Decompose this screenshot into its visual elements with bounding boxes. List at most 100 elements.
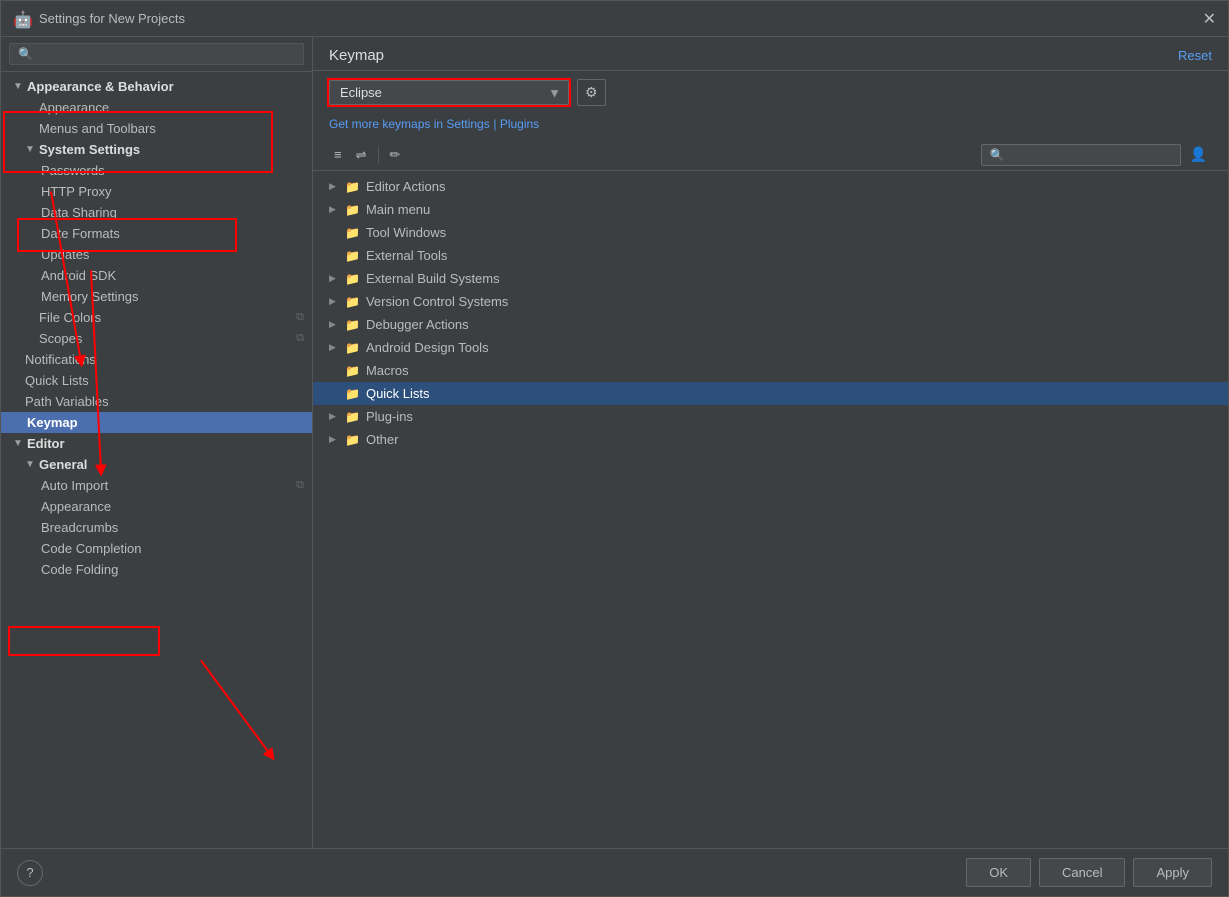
collapse-all-button[interactable]: ⇌	[351, 144, 372, 166]
sidebar-item-label: Android SDK	[41, 268, 116, 283]
expand-icon: ▶	[329, 296, 341, 307]
close-button[interactable]: ✕	[1203, 9, 1216, 29]
right-panel: Keymap Reset Eclipse Mac OS X Default Wi…	[313, 37, 1228, 848]
expand-all-button[interactable]: ≡	[329, 144, 347, 165]
sidebar-item-editor[interactable]: ▼ Editor	[1, 433, 312, 454]
sidebar-item-label: Menus and Toolbars	[39, 121, 156, 136]
plugins-link-text: Get more keymaps in	[329, 117, 446, 131]
sidebar-item-scopes[interactable]: Scopes ⧉	[1, 328, 312, 349]
keymap-item-label: Macros	[366, 363, 409, 378]
keymap-row-plugins[interactable]: ▶ 📁 Plug-ins	[313, 405, 1228, 428]
chevron-down-icon: ▼	[25, 459, 35, 470]
keymap-search-input[interactable]	[981, 144, 1181, 166]
sidebar-item-label: System Settings	[39, 142, 140, 157]
bottom-bar: ? OK Cancel Apply	[1, 848, 1228, 896]
sidebar-item-appearance-behavior[interactable]: ▼ Appearance & Behavior	[1, 76, 312, 97]
folder-icon: 📁	[345, 272, 360, 286]
sidebar-item-label: Code Folding	[41, 562, 118, 577]
chevron-down-icon: ▼	[25, 144, 35, 155]
keymap-row-macros[interactable]: 📁 Macros	[313, 359, 1228, 382]
sidebar-item-file-colors[interactable]: File Colors ⧉	[1, 307, 312, 328]
folder-icon: 📁	[345, 341, 360, 355]
sidebar-item-auto-import[interactable]: Auto Import ⧉	[1, 475, 312, 496]
sidebar-item-passwords[interactable]: Passwords	[1, 160, 312, 181]
keymap-row-main-menu[interactable]: ▶ 📁 Main menu	[313, 198, 1228, 221]
keymap-row-other[interactable]: ▶ 📁 Other	[313, 428, 1228, 451]
sidebar-item-data-sharing[interactable]: Data Sharing	[1, 202, 312, 223]
expand-icon: ▶	[329, 434, 341, 445]
main-content: ▼ Appearance & Behavior Appearance Menus…	[1, 37, 1228, 848]
keymap-row-debugger[interactable]: ▶ 📁 Debugger Actions	[313, 313, 1228, 336]
sidebar-item-menus-toolbars[interactable]: Menus and Toolbars	[1, 118, 312, 139]
keymap-toolbar: ≡ ⇌ ✏ 👤	[313, 139, 1228, 171]
keymap-item-label: Editor Actions	[366, 179, 446, 194]
keymap-row-external-tools[interactable]: 📁 External Tools	[313, 244, 1228, 267]
panel-header: Keymap Reset	[313, 37, 1228, 71]
keymap-row-tool-windows[interactable]: 📁 Tool Windows	[313, 221, 1228, 244]
edit-shortcut-button[interactable]: ✏	[385, 144, 406, 166]
help-button[interactable]: ?	[17, 860, 43, 886]
sidebar-item-updates[interactable]: Updates	[1, 244, 312, 265]
keymap-dropdown[interactable]: Eclipse Mac OS X Default Windows	[329, 80, 569, 105]
folder-icon: 📁	[345, 295, 360, 309]
sidebar-item-label: Auto Import	[41, 478, 108, 493]
sidebar-item-appearance-editor[interactable]: Appearance	[1, 496, 312, 517]
sidebar-item-label: Scopes	[39, 331, 82, 346]
cancel-button[interactable]: Cancel	[1039, 858, 1125, 887]
keymap-item-label: Version Control Systems	[366, 294, 508, 309]
keymap-settings-button[interactable]: ⚙	[577, 79, 606, 106]
keymap-row-vcs[interactable]: ▶ 📁 Version Control Systems	[313, 290, 1228, 313]
plugins-link[interactable]: Plugins	[500, 117, 539, 131]
copy-icon: ⧉	[296, 479, 304, 492]
sidebar: ▼ Appearance & Behavior Appearance Menus…	[1, 37, 313, 848]
sidebar-item-date-formats[interactable]: Date Formats	[1, 223, 312, 244]
sidebar-item-code-folding[interactable]: Code Folding	[1, 559, 312, 580]
sidebar-item-label: Appearance & Behavior	[27, 79, 174, 94]
keymap-row-quick-lists[interactable]: 📁 Quick Lists	[313, 382, 1228, 405]
sidebar-item-appearance[interactable]: Appearance	[1, 97, 312, 118]
keymap-item-label: Main menu	[366, 202, 430, 217]
folder-icon: 📁	[345, 410, 360, 424]
android-icon: 🤖	[13, 10, 31, 28]
folder-icon: 📁	[345, 203, 360, 217]
expand-icon: ▶	[329, 181, 341, 192]
sidebar-item-label: Editor	[27, 436, 65, 451]
expand-icon: ▶	[329, 273, 341, 284]
sidebar-item-label: Memory Settings	[41, 289, 139, 304]
title-bar: 🤖 Settings for New Projects ✕	[1, 1, 1228, 37]
keymap-item-label: External Build Systems	[366, 271, 500, 286]
keymap-item-label: Quick Lists	[366, 386, 430, 401]
sidebar-item-keymap[interactable]: Keymap	[1, 412, 312, 433]
keymap-row-editor-actions[interactable]: ▶ 📁 Editor Actions	[313, 175, 1228, 198]
ok-button[interactable]: OK	[966, 858, 1031, 887]
folder-icon: 📁	[345, 249, 360, 263]
keymap-row-android-design[interactable]: ▶ 📁 Android Design Tools	[313, 336, 1228, 359]
sidebar-item-label: Passwords	[41, 163, 105, 178]
toolbar-divider	[378, 146, 379, 164]
sidebar-item-label: Notifications	[25, 352, 96, 367]
sidebar-item-http-proxy[interactable]: HTTP Proxy	[1, 181, 312, 202]
keymap-item-label: Android Design Tools	[366, 340, 489, 355]
plugins-link-row: Get more keymaps in Settings | Plugins	[313, 114, 1228, 139]
sidebar-item-general[interactable]: ▼ General	[1, 454, 312, 475]
sidebar-item-notifications[interactable]: Notifications	[1, 349, 312, 370]
sidebar-search-input[interactable]	[9, 43, 304, 65]
keymap-item-label: External Tools	[366, 248, 447, 263]
apply-button[interactable]: Apply	[1133, 858, 1212, 887]
sidebar-item-path-variables[interactable]: Path Variables	[1, 391, 312, 412]
folder-icon: 📁	[345, 387, 360, 401]
reset-button[interactable]: Reset	[1178, 48, 1212, 63]
sidebar-item-code-completion[interactable]: Code Completion	[1, 538, 312, 559]
sidebar-item-system-settings[interactable]: ▼ System Settings	[1, 139, 312, 160]
expand-icon: ▶	[329, 342, 341, 353]
keymap-item-label: Debugger Actions	[366, 317, 469, 332]
sidebar-item-quick-lists[interactable]: Quick Lists	[1, 370, 312, 391]
sidebar-item-android-sdk[interactable]: Android SDK	[1, 265, 312, 286]
find-action-button[interactable]: 👤	[1185, 143, 1212, 166]
settings-link[interactable]: Settings	[446, 117, 489, 131]
sidebar-item-memory-settings[interactable]: Memory Settings	[1, 286, 312, 307]
keymap-controls: Eclipse Mac OS X Default Windows ▼ ⚙	[313, 71, 1228, 114]
keymap-row-external-build[interactable]: ▶ 📁 External Build Systems	[313, 267, 1228, 290]
sidebar-item-breadcrumbs[interactable]: Breadcrumbs	[1, 517, 312, 538]
copy-icon: ⧉	[296, 311, 304, 324]
